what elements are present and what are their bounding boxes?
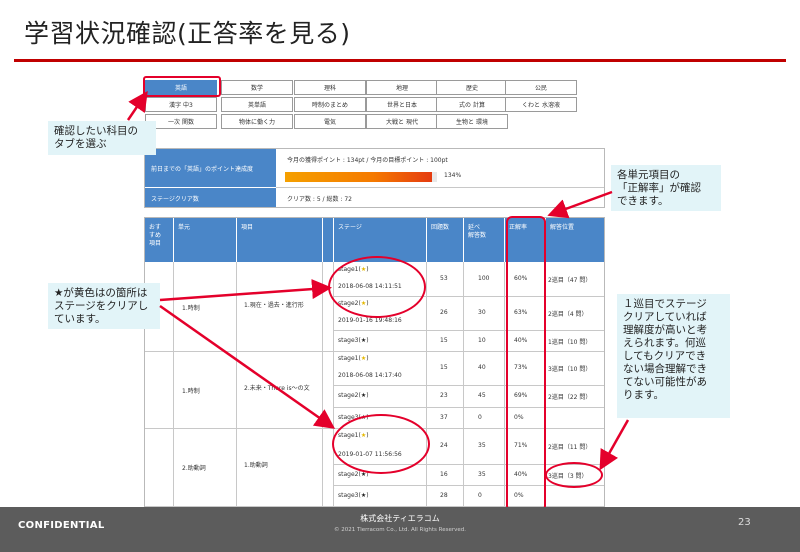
arrows-overlay (126, 90, 630, 471)
arrow-to-position (599, 419, 630, 471)
arrow-to-star-2 (159, 304, 336, 429)
arrow-to-rate (547, 190, 613, 219)
arrow-to-tab (126, 90, 148, 121)
copyright-text: © 2021 Tierracom Co., Ltd. All Rights Re… (334, 527, 466, 533)
company-name: 株式会社ティエラコム (360, 514, 440, 523)
arrow-to-star-1 (159, 279, 332, 302)
page-number: 23 (738, 517, 751, 528)
